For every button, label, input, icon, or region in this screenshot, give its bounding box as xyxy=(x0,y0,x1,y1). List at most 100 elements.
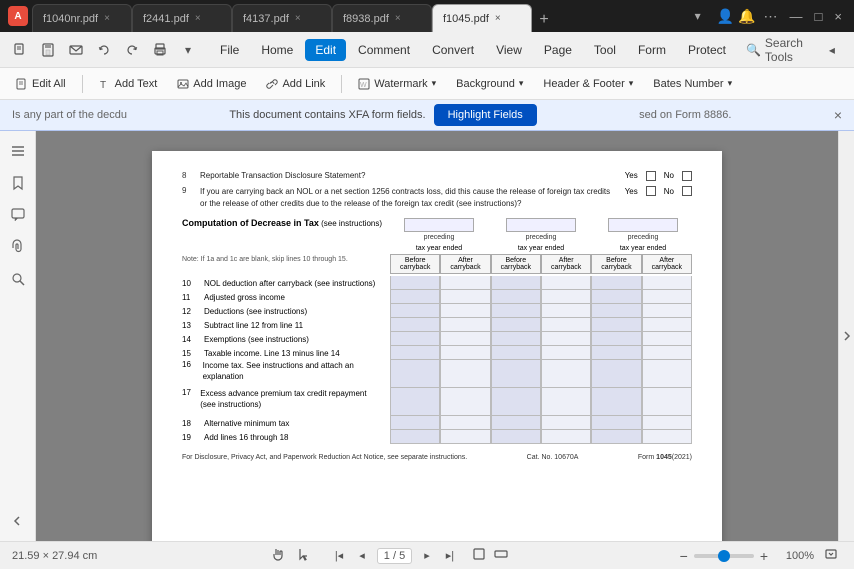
menu-form[interactable]: Form xyxy=(628,39,676,61)
cell-10-6[interactable] xyxy=(642,276,692,290)
back-nav-icon[interactable]: ◂ xyxy=(821,39,843,61)
xfa-close-button[interactable]: × xyxy=(834,107,842,123)
search-tools-btn[interactable]: 🔍 Search Tools xyxy=(738,32,811,68)
cell-10-2[interactable] xyxy=(440,276,490,290)
menu-view[interactable]: View xyxy=(486,39,532,61)
profile-icon[interactable]: 👤 xyxy=(717,8,734,25)
edit-all-btn[interactable]: Edit All xyxy=(8,75,74,93)
tab-close[interactable]: × xyxy=(495,13,501,24)
cell-10-5[interactable] xyxy=(591,276,641,290)
highlight-fields-button[interactable]: Highlight Fields xyxy=(434,104,537,126)
email-icon[interactable] xyxy=(64,38,88,62)
tab-close[interactable]: × xyxy=(104,13,110,24)
add-text-btn[interactable]: T Add Text xyxy=(91,75,166,93)
cell-10-4[interactable] xyxy=(541,276,591,290)
toolbar-sep1 xyxy=(82,75,83,93)
sidebar-icon-bookmark[interactable] xyxy=(6,171,30,195)
redo-icon[interactable] xyxy=(120,38,144,62)
more-options-icon[interactable]: ⋯ xyxy=(760,8,782,25)
cell-11-2[interactable] xyxy=(440,290,490,304)
tab-f4137[interactable]: f4137.pdf × xyxy=(232,4,332,32)
menu-tool[interactable]: Tool xyxy=(584,39,626,61)
cell-10-1[interactable] xyxy=(390,276,440,290)
main-area: 8 Reportable Transaction Disclosure Stat… xyxy=(0,131,854,541)
sidebar-icon-attachment[interactable] xyxy=(6,235,30,259)
preceding-input-2[interactable] xyxy=(506,218,576,232)
menu-home[interactable]: Home xyxy=(251,39,303,61)
row-num-10: 10 xyxy=(182,279,200,288)
save-icon[interactable] xyxy=(36,38,60,62)
tab-close[interactable]: × xyxy=(195,13,201,24)
add-image-btn[interactable]: Add Image xyxy=(169,75,254,93)
first-page-btn[interactable]: |◂ xyxy=(331,549,347,562)
preceding-label-2: preceding xyxy=(492,234,590,241)
pdf-area[interactable]: 8 Reportable Transaction Disclosure Stat… xyxy=(36,131,838,541)
menu-edit[interactable]: Edit xyxy=(305,39,346,61)
zoom-options-icon[interactable] xyxy=(820,545,842,566)
next-page-btn[interactable]: ▸ xyxy=(420,549,434,562)
cell-11-3[interactable] xyxy=(491,290,541,304)
tab-overflow[interactable]: ▾ xyxy=(691,5,705,27)
tax-year-labels: tax year ended tax year ended tax year e… xyxy=(390,245,692,252)
select-tool-icon[interactable] xyxy=(293,545,315,566)
data-row-10: 10 NOL deduction after carryback (see in… xyxy=(182,276,692,290)
cell-11-1[interactable] xyxy=(390,290,440,304)
menu-convert[interactable]: Convert xyxy=(422,39,484,61)
checkbox-no-8[interactable] xyxy=(682,171,692,181)
notification-icon[interactable]: 🔔 xyxy=(738,8,755,25)
forward-nav-icon[interactable]: ▸ xyxy=(847,39,854,61)
zoom-out-btn[interactable]: − xyxy=(680,548,688,564)
sidebar-icon-comment[interactable] xyxy=(6,203,30,227)
sidebar-collapse-btn[interactable] xyxy=(6,509,30,533)
cell-11-6[interactable] xyxy=(642,290,692,304)
menu-comment[interactable]: Comment xyxy=(348,39,420,61)
restore-icon[interactable]: □ xyxy=(811,9,827,24)
cell-10-3[interactable] xyxy=(491,276,541,290)
background-btn[interactable]: Background ▾ xyxy=(448,75,531,93)
menu-page[interactable]: Page xyxy=(534,39,582,61)
dropdown-arrow[interactable]: ▾ xyxy=(176,38,200,62)
add-link-btn[interactable]: Add Link xyxy=(258,75,333,93)
undo-icon[interactable] xyxy=(92,38,116,62)
right-sidebar-toggle[interactable] xyxy=(838,131,854,541)
zoom-slider[interactable] xyxy=(694,554,754,558)
tab-f8938[interactable]: f8938.pdf × xyxy=(332,4,432,32)
fit-width-icon[interactable] xyxy=(492,545,510,566)
minimize-icon[interactable]: — xyxy=(786,9,807,24)
file-icon[interactable] xyxy=(8,38,32,62)
tax-year-row: tax year ended tax year ended tax year e… xyxy=(182,245,692,252)
bates-number-btn[interactable]: Bates Number ▾ xyxy=(645,75,740,93)
preceding-input-3[interactable] xyxy=(608,218,678,232)
preceding-input-1[interactable] xyxy=(404,218,474,232)
app-icon: A xyxy=(8,6,28,26)
sidebar-icon-menu[interactable] xyxy=(6,139,30,163)
close-window-icon[interactable]: × xyxy=(830,9,846,24)
sidebar-icon-search[interactable] xyxy=(6,267,30,291)
menu-file[interactable]: File xyxy=(210,39,249,61)
tab-close[interactable]: × xyxy=(295,13,301,24)
prev-page-btn[interactable]: ◂ xyxy=(355,549,369,562)
last-page-btn[interactable]: ▸| xyxy=(442,549,458,562)
zoom-in-btn[interactable]: + xyxy=(760,548,768,564)
tabs-container: f1040nr.pdf × f2441.pdf × f4137.pdf × f8… xyxy=(32,0,687,32)
page-indicator: 1 / 5 xyxy=(377,548,412,564)
tab-f2441[interactable]: f2441.pdf × xyxy=(132,4,232,32)
tab-f1045[interactable]: f1045.pdf × xyxy=(432,4,532,32)
new-tab-button[interactable]: + xyxy=(532,8,556,32)
fit-page-icon[interactable] xyxy=(470,545,488,566)
watermark-btn[interactable]: W Watermark ▾ xyxy=(350,75,444,93)
checkbox-yes-9[interactable] xyxy=(646,186,656,196)
tab-f1040nr[interactable]: f1040nr.pdf × xyxy=(32,4,132,32)
preceding-label-3: preceding xyxy=(594,234,692,241)
menu-protect[interactable]: Protect xyxy=(678,39,736,61)
tab-close[interactable]: × xyxy=(395,13,401,24)
cell-11-4[interactable] xyxy=(541,290,591,304)
checkbox-no-9[interactable] xyxy=(682,186,692,196)
cell-11-5[interactable] xyxy=(591,290,641,304)
hand-tool-icon[interactable] xyxy=(267,545,289,566)
print-icon[interactable] xyxy=(148,38,172,62)
data-rows-container: 10 NOL deduction after carryback (see in… xyxy=(182,276,692,444)
header-footer-btn[interactable]: Header & Footer ▾ xyxy=(535,75,641,93)
data-row-12: 12 Deductions (see instructions) xyxy=(182,304,692,318)
checkbox-yes-8[interactable] xyxy=(646,171,656,181)
